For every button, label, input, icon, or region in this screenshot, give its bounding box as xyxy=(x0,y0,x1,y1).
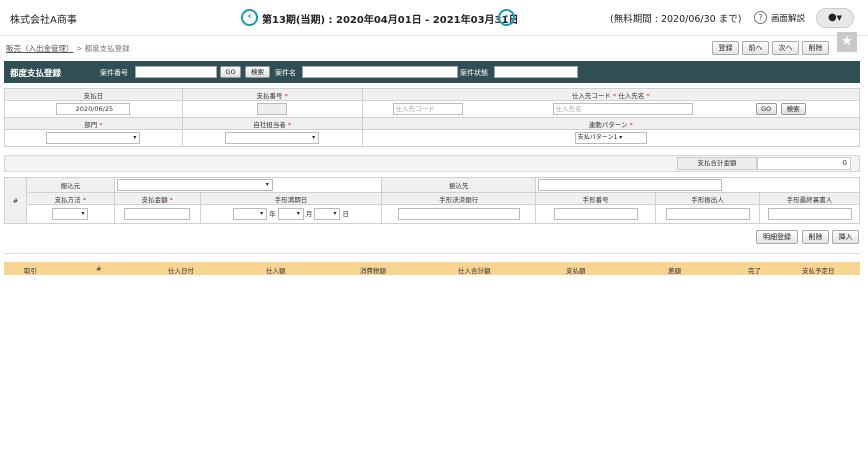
page-title: 都度支払登録 xyxy=(10,69,62,79)
payment-header-form: 支払日 支払番号 * 仕入先コード * 仕入先名 * 2020/06/25 仕入… xyxy=(4,88,861,147)
bank-label: 手形決済銀行 xyxy=(381,192,537,205)
supplier-go-button[interactable]: GO xyxy=(755,103,777,115)
supplier-label: 仕入先コード * 仕入先名 * xyxy=(361,88,861,101)
note-no-label: 手形番号 xyxy=(535,192,657,205)
year-label: 年 xyxy=(269,210,276,218)
case-go-button[interactable]: GO xyxy=(220,66,241,78)
supplier-name-input[interactable]: 仕入先名 xyxy=(552,103,693,115)
register-button[interactable]: 登録 xyxy=(712,41,739,55)
dept-select[interactable]: ▾ xyxy=(46,132,141,144)
staff-select[interactable]: ▾ xyxy=(225,132,320,144)
pay-no-input xyxy=(257,103,288,115)
detail-register-button[interactable]: 明細登録 xyxy=(756,230,798,244)
total-value: 0 xyxy=(757,157,851,170)
amount-input[interactable] xyxy=(124,208,191,220)
method-label: 支払方法 * xyxy=(25,192,115,205)
transfer-to-input[interactable] xyxy=(538,179,723,191)
case-name-input[interactable] xyxy=(302,66,458,78)
col-purchase-date: 仕入日付 xyxy=(168,267,194,275)
staff-label: 自社担当者 * xyxy=(181,117,363,130)
breadcrumb-current: 都度支払登録 xyxy=(84,44,130,53)
month-label: 月 xyxy=(305,210,313,218)
row-delete-button[interactable]: 削除 xyxy=(802,230,829,244)
drawer-input[interactable] xyxy=(665,208,750,220)
day-label: 日 xyxy=(342,210,349,218)
col-purchase-total: 仕入合計額 xyxy=(458,267,491,275)
drawer-label: 手形振出人 xyxy=(655,192,760,205)
case-no-input[interactable] xyxy=(135,66,217,78)
user-menu-button[interactable]: ●▼ xyxy=(816,8,854,28)
chevron-right-icon[interactable]: › xyxy=(498,9,515,26)
pattern-label: 連動パターン * xyxy=(361,117,861,130)
col-scheduled-date: 支払予定日 xyxy=(802,267,835,275)
delete-button[interactable]: 削除 xyxy=(802,41,829,55)
pay-date-input[interactable]: 2020/06/25 xyxy=(56,103,131,115)
row-insert-button[interactable]: 挿入 xyxy=(832,230,859,244)
next-button[interactable]: 次へ xyxy=(772,41,799,55)
summary-bar: 支払合計金額 0 xyxy=(4,155,860,172)
case-status-input[interactable] xyxy=(494,66,578,78)
top-bar: 株式会社A商事 ‹ 第13期(当期) : 2020年04月01日 - 2021年… xyxy=(0,0,868,36)
endorser-label: 手形最終裏書人 xyxy=(759,192,860,205)
col-difference: 差額 xyxy=(668,267,681,275)
total-label: 支払合計金額 xyxy=(677,157,757,170)
due-day-select[interactable]: ▾ xyxy=(314,208,341,220)
col-tax: 消費税額 xyxy=(360,267,386,275)
case-search-button[interactable]: 検索 xyxy=(245,66,270,78)
help-icon[interactable]: ? xyxy=(754,11,767,24)
note-no-input[interactable] xyxy=(553,208,638,220)
col-payment: 支払額 xyxy=(566,267,586,275)
col-trade: 取引 xyxy=(24,267,37,275)
case-no-label: 案件番号 xyxy=(100,69,128,77)
fiscal-period: 第13期(当期) : 2020年04月01日 - 2021年03月31日 xyxy=(262,15,519,26)
pattern-select[interactable]: 支払パターン1 ▾ xyxy=(574,132,647,144)
user-icon: ● xyxy=(827,12,837,23)
caret-down-icon: ▼ xyxy=(836,14,843,22)
col-hash: # xyxy=(96,265,102,273)
dept-label: 部門 * xyxy=(4,117,183,130)
breadcrumb-parent[interactable]: 販売（入出金管理） xyxy=(6,44,74,53)
trial-period: (無料期間 : 2020/06/30 まで) xyxy=(610,14,742,25)
transfer-from-label: 振込元 xyxy=(25,177,115,193)
col-complete: 完了 xyxy=(748,267,761,275)
help-link[interactable]: 画面解説 xyxy=(771,12,805,24)
breadcrumb: 販売（入出金管理） > 都度支払登録 xyxy=(6,43,130,54)
due-month-select[interactable]: ▾ xyxy=(277,208,304,220)
due-year-select[interactable]: ▾ xyxy=(233,208,268,220)
star-icon[interactable]: ★ xyxy=(837,32,857,52)
method-select[interactable]: ▾ xyxy=(52,208,89,220)
payment-detail-form: # 振込元 ▾ 振込先 支払方法 * 支払金額 * 手形満期日 手形決済銀行 手… xyxy=(4,177,860,224)
page-header-bar: 都度支払登録 案件番号 GO 検索 案件名 案件状態 xyxy=(4,61,860,83)
prev-button[interactable]: 前へ xyxy=(742,41,769,55)
supplier-search-button[interactable]: 検索 xyxy=(780,103,806,115)
due-label: 手形満期日 xyxy=(199,192,383,205)
col-purchase-amount: 仕入額 xyxy=(266,267,286,275)
divider xyxy=(4,253,860,254)
case-name-label: 案件名 xyxy=(275,69,296,77)
supplier-code-input[interactable]: 仕入先コード xyxy=(392,103,463,115)
company-name: 株式会社A商事 xyxy=(10,15,77,26)
transfer-from-select[interactable]: ▾ xyxy=(116,179,273,191)
pay-date-label: 支払日 xyxy=(4,88,183,101)
bank-input[interactable] xyxy=(397,208,520,220)
endorser-input[interactable] xyxy=(767,208,852,220)
pay-no-label: 支払番号 * xyxy=(181,88,363,101)
chevron-left-icon[interactable]: ‹ xyxy=(241,9,258,26)
breadcrumb-sep: > xyxy=(75,44,83,53)
transfer-to-label: 振込先 xyxy=(381,177,537,193)
row-hash: # xyxy=(4,177,27,224)
case-status-label: 案件状態 xyxy=(460,69,488,77)
amount-label: 支払金額 * xyxy=(113,192,201,205)
list-header: 取引 # 仕入日付 仕入額 消費税額 仕入合計額 支払額 差額 完了 支払予定日 xyxy=(4,262,860,275)
